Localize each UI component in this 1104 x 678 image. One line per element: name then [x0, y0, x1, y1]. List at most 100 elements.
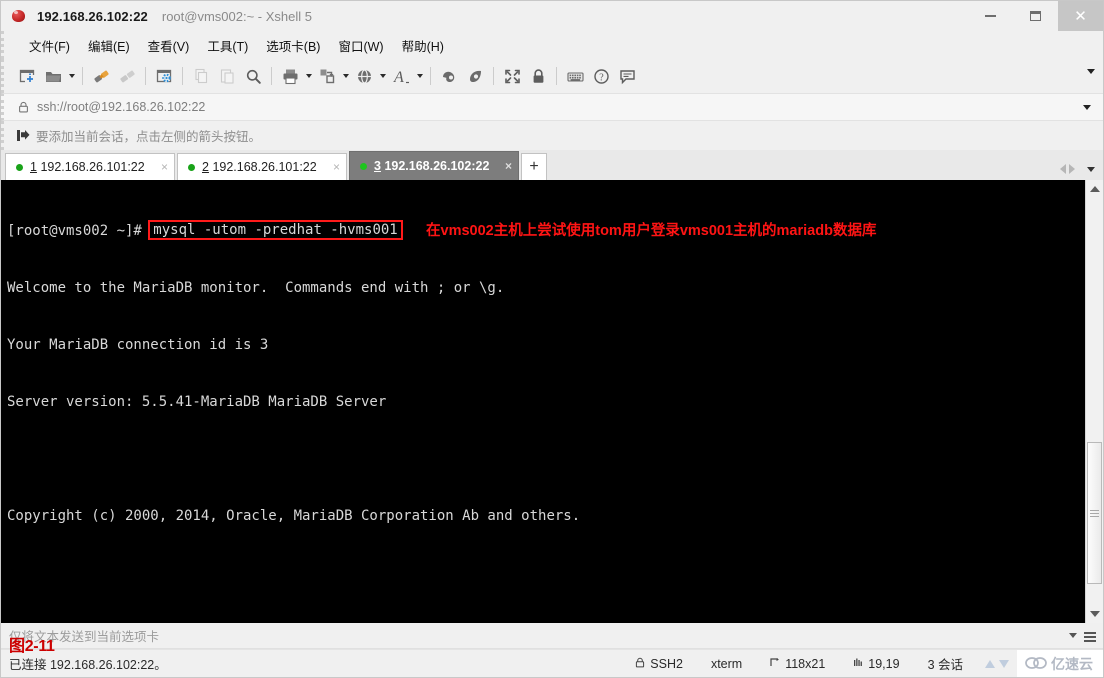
terminal-line: Copyright (c) 2000, 2014, Oracle, MariaD…	[7, 507, 1085, 526]
status-transfer-arrows	[977, 659, 1017, 668]
menu-bar: 文件(F) 编辑(E) 查看(V) 工具(T) 选项卡(B) 窗口(W) 帮助(…	[1, 31, 1103, 59]
minimize-icon	[985, 15, 996, 17]
status-position-label: 19,19	[868, 656, 900, 671]
open-folder-dropdown-icon[interactable]	[66, 63, 77, 89]
maximize-icon	[1030, 11, 1041, 21]
terminal-text: Copyright (c) 2000, 2014, Oracle, MariaD…	[7, 508, 581, 524]
find-icon[interactable]	[240, 63, 266, 89]
toolbar-separator	[145, 67, 146, 85]
tab-3[interactable]: 3 192.168.26.102:22 ×	[349, 151, 519, 180]
lock-icon	[635, 657, 645, 671]
menu-edit[interactable]: 编辑(E)	[79, 32, 139, 59]
toolbar: A ?	[1, 59, 1103, 93]
menu-view[interactable]: 查看(V)	[139, 32, 199, 59]
window-title-host: 192.168.26.102:22	[37, 8, 148, 24]
svg-text:A: A	[393, 69, 404, 86]
scroll-up-icon[interactable]	[1086, 180, 1103, 198]
transfer-icon[interactable]	[314, 63, 340, 89]
sftp-icon[interactable]	[462, 63, 488, 89]
terminal-output[interactable]: [root@vms002 ~]# mysql -utom -predhat -h…	[1, 180, 1085, 623]
help-icon[interactable]: ?	[588, 63, 614, 89]
figure-caption: 图2-11	[9, 638, 55, 655]
toolbar-overflow-icon[interactable]	[1087, 69, 1095, 74]
download-arrow-icon	[999, 659, 1009, 668]
scroll-thumb-grip-icon	[1090, 508, 1099, 519]
status-right-group: SSH2 xterm 118x21 19,19 3 会话 亿速云	[621, 650, 1103, 677]
tab-close-icon[interactable]: ×	[323, 160, 340, 174]
toolbar-separator	[430, 67, 431, 85]
add-session-arrow-icon[interactable]	[16, 129, 30, 142]
tab-status-dot-icon	[360, 162, 367, 170]
scroll-down-icon[interactable]	[1086, 605, 1103, 623]
address-url: ssh://root@192.168.26.102:22	[37, 100, 206, 114]
tab-close-icon[interactable]: ×	[151, 160, 168, 174]
fullscreen-icon[interactable]	[499, 63, 525, 89]
notice-bar: 要添加当前会话，点击左侧的箭头按钮。	[1, 121, 1103, 150]
chevron-down-icon[interactable]	[1069, 633, 1077, 638]
xshell-ball-icon	[11, 8, 27, 24]
open-folder-icon[interactable]	[40, 63, 66, 89]
chevron-down-icon[interactable]	[1083, 105, 1091, 110]
address-bar[interactable]: ssh://root@192.168.26.102:22	[1, 93, 1103, 121]
toolbar-separator	[556, 67, 557, 85]
new-session-icon[interactable]	[14, 63, 40, 89]
transfer-dropdown-icon[interactable]	[340, 63, 351, 89]
close-icon: ✕	[1074, 7, 1087, 25]
connect-icon[interactable]	[88, 63, 114, 89]
status-terminal-type-label: xterm	[710, 656, 743, 671]
menu-tabs[interactable]: 选项卡(B)	[257, 32, 329, 59]
lock-icon	[18, 101, 29, 113]
tab-label: 192.168.26.101:22	[212, 160, 317, 174]
close-button[interactable]: ✕	[1058, 1, 1103, 31]
status-sessions: 3 会话	[914, 650, 977, 677]
menu-file[interactable]: 文件(F)	[20, 32, 79, 59]
tab-prev-icon[interactable]	[1060, 164, 1066, 174]
terminal-scrollbar[interactable]	[1085, 180, 1103, 623]
tab-2[interactable]: 2 192.168.26.101:22 ×	[177, 153, 347, 180]
cursor-icon	[853, 657, 863, 671]
globe-icon[interactable]	[351, 63, 377, 89]
status-size: 118x21	[756, 650, 839, 677]
session-properties-icon[interactable]	[151, 63, 177, 89]
minimize-button[interactable]	[968, 1, 1013, 31]
keyboard-icon[interactable]	[562, 63, 588, 89]
terminal-line: Your MariaDB connection id is 3	[7, 336, 1085, 355]
tab-status-dot-icon	[188, 163, 195, 171]
toolbar-separator	[82, 67, 83, 85]
menu-tools[interactable]: 工具(T)	[198, 32, 257, 59]
font-icon[interactable]: A	[388, 63, 414, 89]
chat-icon[interactable]	[614, 63, 640, 89]
menu-window[interactable]: 窗口(W)	[329, 32, 392, 59]
tab-label: 192.168.26.101:22	[40, 160, 145, 174]
toolbar-separator	[271, 67, 272, 85]
font-dropdown-icon[interactable]	[414, 63, 425, 89]
menu-help[interactable]: 帮助(H)	[393, 32, 453, 59]
status-size-label: 118x21	[785, 656, 826, 671]
tab-1[interactable]: 1 192.168.26.101:22 ×	[5, 153, 175, 180]
tab-list-icon[interactable]	[1087, 167, 1095, 172]
watermark-label: 亿速云	[1051, 655, 1093, 672]
lock-icon[interactable]	[525, 63, 551, 89]
ssh-tunnel-icon[interactable]	[436, 63, 462, 89]
new-tab-button[interactable]: +	[521, 153, 547, 180]
status-terminal-type: xterm	[697, 650, 756, 677]
maximize-button[interactable]	[1013, 1, 1058, 31]
upload-arrow-icon	[985, 659, 995, 668]
highlighted-command-1: mysql -utom -predhat -hvms001	[148, 220, 403, 240]
tab-close-icon[interactable]: ×	[495, 159, 512, 173]
status-bar: 已连接 192.168.26.102:22。 SSH2 xterm 118x21	[1, 649, 1103, 677]
print-icon[interactable]	[277, 63, 303, 89]
globe-dropdown-icon[interactable]	[377, 63, 388, 89]
print-dropdown-icon[interactable]	[303, 63, 314, 89]
hamburger-icon[interactable]	[1084, 630, 1096, 644]
toolbar-separator	[182, 67, 183, 85]
terminal-line: [root@vms002 ~]# mysql -utom -predhat -h…	[7, 220, 1085, 241]
tab-next-icon[interactable]	[1069, 164, 1075, 174]
terminal-line: Server version: 5.5.41-MariaDB MariaDB S…	[7, 393, 1085, 412]
terminal-area: [root@vms002 ~]# mysql -utom -predhat -h…	[1, 180, 1103, 623]
title-bar: 192.168.26.102:22 root@vms002:~ - Xshell…	[1, 1, 1103, 31]
watermark: 亿速云	[1017, 650, 1103, 677]
scroll-thumb[interactable]	[1087, 442, 1102, 584]
